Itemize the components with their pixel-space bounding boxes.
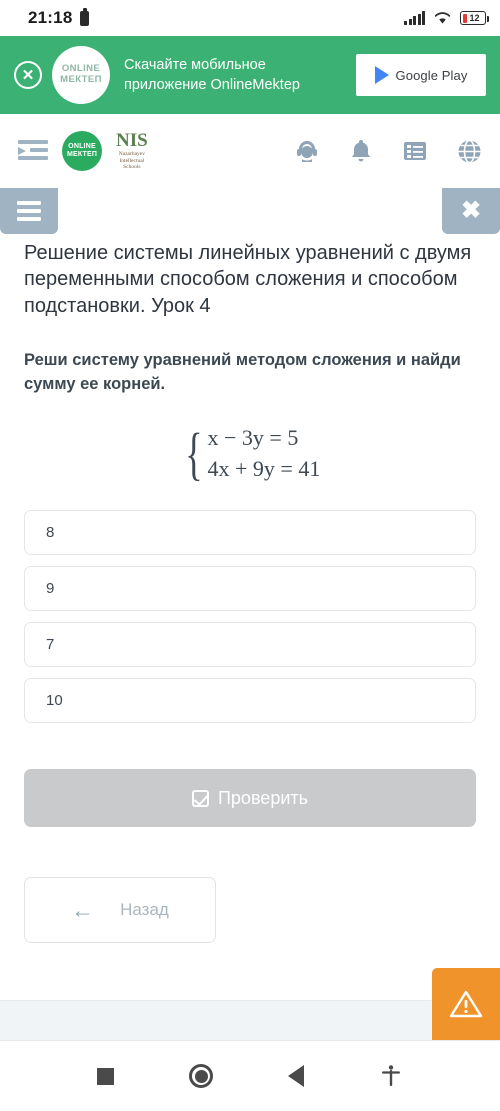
lesson-content: Решение системы линейных уравнений с дву… [0,234,500,944]
arrow-left-icon: ← [71,896,95,923]
checkbox-checked-icon [191,789,209,807]
nav-logo-line1: ONLINE [68,142,96,150]
promo-text-line1: Скачайте мобильное [124,57,266,73]
question-text: Реши систему уравнений методом сложения … [24,351,461,393]
answer-option[interactable]: 9 [24,566,476,612]
bell-icon[interactable] [348,138,374,164]
status-bar-clock: 21:18 [28,8,73,27]
nis-sub-line2: Intellectual [119,157,145,164]
globe-icon[interactable] [456,138,482,164]
wifi-icon [434,12,451,24]
sidebar-indent-icon[interactable] [18,140,48,162]
nis-logo: NIS Nazarbayev Intellectual Schools [116,131,148,172]
site-navigation-bar: ONLINE МЕКТЕП NIS Nazarbayev Intellectua… [0,114,500,188]
google-play-icon [374,66,389,84]
status-bar-right: 12 [404,11,489,25]
circle-home-icon[interactable] [189,1064,214,1088]
android-navigation-bar [0,1040,500,1111]
close-circle-icon[interactable]: ✕ [14,61,42,89]
check-answer-button[interactable]: Проверить [24,769,476,828]
back-button[interactable]: ← Назад [24,877,216,944]
battery-percent-label: 12 [469,12,480,23]
check-answer-label: Проверить [217,787,309,808]
page-title: Решение системы линейных уравнений с дву… [24,242,472,317]
status-bar: 21:18 12 [0,0,500,36]
answer-option-label: 10 [46,692,63,710]
equation-system: { x − 3y = 5 4x + 9y = 41 [24,422,476,484]
close-icon[interactable]: ✖ [442,188,500,234]
answer-option-label: 9 [46,580,55,598]
back-button-label: Назад [120,900,169,920]
battery-level-indicator: 12 [460,11,489,25]
answer-option[interactable]: 8 [24,510,476,556]
onlinemektep-logo: ONLINE МЕКТЕП [52,46,110,104]
footer-strip [0,1000,500,1040]
promo-text-line2: приложение OnlineMektep [124,77,300,93]
promo-logo-line2: МЕКТЕП [60,74,102,85]
equation-line-1: x − 3y = 5 [207,425,299,451]
cellular-signal-icon [404,11,425,25]
nis-subtitle: Nazarbayev Intellectual Schools [119,151,145,172]
nis-sub-line3: Schools [123,164,141,171]
accessibility-icon[interactable] [379,1064,403,1088]
warning-triangle-icon [449,990,483,1018]
answer-option-label: 7 [46,636,55,654]
support-headset-icon[interactable] [294,138,320,164]
equation-line-2: 4x + 9y = 41 [207,456,321,482]
list-icon[interactable] [402,138,428,164]
nis-title: NIS [116,129,148,151]
google-play-button[interactable]: Google Play [356,54,486,96]
menu-strip: ✖ [0,188,500,234]
battery-icon [80,7,90,26]
nav-logo-line2: МЕКТЕП [66,151,98,158]
answer-options-list: 8 9 7 10 [24,510,476,724]
google-play-label: Google Play [395,67,468,83]
answer-option[interactable]: 7 [24,622,476,668]
promo-text: Скачайте мобильное приложение OnlineMekt… [124,55,346,95]
square-recents-icon[interactable] [97,1067,115,1085]
triangle-back-icon[interactable] [287,1065,304,1087]
hamburger-menu-icon[interactable] [0,188,58,234]
system-brace-icon: { [184,420,203,486]
app-promo-banner: ✕ ONLINE МЕКТЕП Скачайте мобильное прило… [0,36,500,114]
answer-option-label: 8 [46,524,55,542]
status-bar-left: 21:18 [28,7,90,28]
answer-option[interactable]: 10 [24,678,476,724]
nis-sub-line1: Nazarbayev [118,150,145,157]
nav-icon-group [294,138,482,164]
onlinemektep-nav-logo[interactable]: ONLINE МЕКТЕП [62,131,102,171]
report-problem-button[interactable] [432,968,500,1040]
